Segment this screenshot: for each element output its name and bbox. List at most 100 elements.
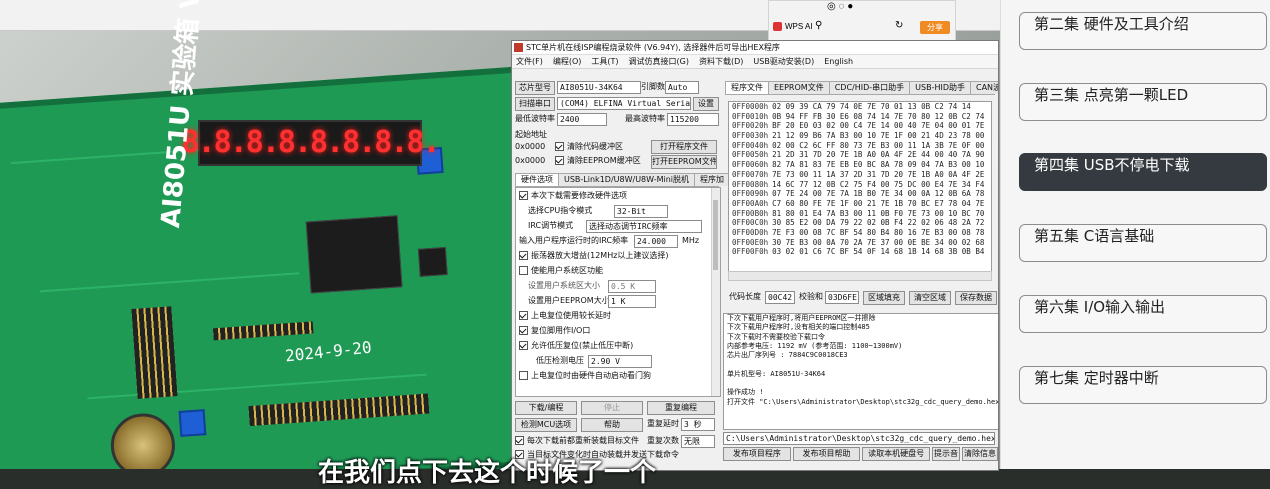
- save-data-button[interactable]: 保存数据: [955, 291, 997, 305]
- port-select[interactable]: (COM4) ELFINA Virtual Serial: [557, 97, 691, 110]
- hex-viewer[interactable]: 0FF0000h 02 09 39 CA 79 74 0E 7E 70 01 13…: [728, 101, 992, 273]
- clear-log-button[interactable]: 清除信息: [962, 447, 998, 461]
- help-button[interactable]: 帮助: [581, 418, 643, 432]
- publish-project-button[interactable]: 发布项目程序: [723, 447, 791, 461]
- checkbox-icon[interactable]: [519, 326, 528, 335]
- clear-area-button[interactable]: 清空区域: [909, 291, 951, 305]
- checkbox-icon[interactable]: [555, 156, 564, 165]
- option-auto-watchdog[interactable]: 上电复位时由硬件自动启动看门狗: [519, 370, 651, 382]
- irc-freq-input[interactable]: 24.000: [634, 235, 678, 248]
- tab-usb-hid-helper[interactable]: USB-HID助手: [909, 81, 971, 94]
- log-line: 打开文件 "C:\Users\Administrator\Desktop\stc…: [727, 397, 999, 406]
- open-program-file-button[interactable]: 打开程序文件: [651, 140, 717, 154]
- options-scrollbar[interactable]: [711, 188, 720, 396]
- option-user-system-area[interactable]: 使能用户系统区功能: [519, 265, 603, 277]
- stop-button[interactable]: 停止: [581, 401, 643, 415]
- check-mcu-options-button[interactable]: 检测MCU选项: [515, 418, 577, 432]
- pin-count-select[interactable]: Auto: [665, 81, 699, 94]
- menu-debug[interactable]: 调试仿真接口(G): [629, 55, 689, 68]
- isp-tool-window[interactable]: STC单片机在线ISP编程烧录软件 (V6.94Y), 选择器件后可导出HEX程…: [511, 40, 999, 471]
- option-label: 允许低压复位(禁止低压中断): [531, 341, 634, 350]
- option-long-reset-delay[interactable]: 上电复位使用较长延时: [519, 310, 611, 322]
- chip-type-label[interactable]: 芯片型号: [515, 81, 555, 95]
- tab-eeprom-file[interactable]: EEPROM文件: [768, 81, 830, 94]
- option-osc-gain[interactable]: 振荡器放大增益(12MHz以上建议选择): [519, 250, 669, 262]
- hex-row-bytes: 82 7A 81 83 7E EB E0 BC 8A 78 09 04 7A B…: [772, 160, 985, 170]
- eeprom-start-address[interactable]: 0x0000: [515, 155, 545, 167]
- log-line: 内部参考电压: 1192 mV (参考范围: 1100~1300mV): [727, 341, 903, 350]
- checkbox-icon[interactable]: [519, 371, 528, 380]
- tab-can-baud-calc[interactable]: CAN波特率计算器: [970, 81, 998, 94]
- user-area-size-select[interactable]: 0.5 K: [608, 280, 656, 293]
- tool-title-bar: STC单片机在线ISP编程烧录软件 (V6.94Y), 选择器件后可导出HEX程…: [512, 41, 998, 55]
- repeat-count-select[interactable]: 无限: [681, 435, 715, 448]
- option-irc-mode-label: IRC调节模式: [528, 221, 574, 230]
- clear-code-checkbox[interactable]: 清除代码缓冲区: [555, 141, 623, 153]
- episode-item-4[interactable]: 第四集 USB不停电下载: [1019, 153, 1267, 191]
- menu-file[interactable]: 文件(F): [516, 55, 543, 68]
- low-voltage-select[interactable]: 2.90 V: [588, 355, 652, 368]
- option-reset-pin-io[interactable]: 复位脚用作I/O口: [519, 325, 590, 337]
- checkbox-icon[interactable]: [519, 311, 528, 320]
- hex-horizontal-scrollbar[interactable]: [728, 271, 992, 281]
- hex-row: 0FF0000h 02 09 39 CA 79 74 0E 7E 70 01 13…: [729, 102, 991, 112]
- irc-mode-select[interactable]: 选择动态调节IRC频率: [586, 220, 702, 233]
- chip-type-select[interactable]: AI8051U-34K64: [557, 81, 641, 94]
- option-low-voltage-reset[interactable]: 允许低压复位(禁止低压中断): [519, 340, 633, 352]
- publish-help-button[interactable]: 发布项目帮助: [792, 447, 861, 461]
- option-irc-freq-label: 输入用户程序运行时的IRC频率: [519, 236, 629, 245]
- checkbox-icon[interactable]: [519, 266, 528, 275]
- hex-row-address: 0FF00B0h: [732, 208, 769, 218]
- menu-tools[interactable]: 工具(T): [591, 55, 618, 68]
- share-button[interactable]: 分享: [920, 21, 950, 34]
- reload-before-download-checkbox[interactable]: 每次下载前都重新装载目标文件: [515, 435, 639, 447]
- log-line: 下次下载用户程序时,没有相关的端口控制485: [727, 323, 870, 332]
- checkbox-icon[interactable]: [519, 251, 528, 260]
- menu-english[interactable]: English: [824, 55, 853, 68]
- hex-row-bytes: 07 7E 24 00 7E 7A 1B B0 7E 34 00 0A 12 0…: [772, 189, 985, 199]
- repeat-program-button[interactable]: 重复编程: [647, 401, 715, 415]
- scan-port-button[interactable]: 扫描串口: [515, 97, 555, 111]
- cpu-mode-select[interactable]: 32-Bit: [614, 205, 668, 218]
- episode-item-6[interactable]: 第六集 I/O输入输出: [1019, 295, 1267, 333]
- potentiometer: [178, 409, 207, 437]
- menu-program[interactable]: 编程(O): [553, 55, 582, 68]
- menu-usb-driver[interactable]: USB驱动安装(D): [753, 55, 814, 68]
- max-baud-select[interactable]: 115200: [667, 113, 719, 126]
- option-modify-hardware[interactable]: 本次下载需要修改硬件选项: [519, 190, 627, 202]
- code-start-address[interactable]: 0x0000: [515, 141, 545, 153]
- open-eeprom-file-button[interactable]: 打开EEPROM文件: [651, 155, 717, 169]
- option-label: 使能用户系统区功能: [531, 266, 603, 275]
- menu-downloads[interactable]: 资料下载(D): [699, 55, 743, 68]
- eeprom-size-select[interactable]: 1 K: [608, 295, 656, 308]
- settings-button[interactable]: 设置: [693, 97, 719, 111]
- tab-program-file[interactable]: 程序文件: [725, 81, 769, 94]
- wps-logo-icon: [773, 22, 782, 31]
- hex-row-address: 0FF0030h: [732, 131, 769, 141]
- fill-area-button[interactable]: 区域填充: [863, 291, 905, 305]
- checkbox-icon[interactable]: [519, 341, 528, 350]
- episode-item-3[interactable]: 第三集 点亮第一颗LED: [1019, 83, 1267, 121]
- download-program-button[interactable]: 下载/编程: [515, 401, 577, 415]
- tab-hardware-options[interactable]: 硬件选项: [515, 173, 559, 186]
- checkbox-icon[interactable]: [515, 436, 524, 445]
- episode-item-2[interactable]: 第二集 硬件及工具介绍: [1019, 12, 1267, 50]
- search-icon[interactable]: ⚲: [815, 20, 822, 31]
- tab-usb-link[interactable]: USB-Link1D/U8W/U8W-Mini脱机: [558, 173, 696, 186]
- episode-item-7[interactable]: 第七集 定时器中断: [1019, 366, 1267, 404]
- start-address-label: 起始地址: [515, 130, 547, 139]
- hex-row: 0FF00A0h C7 60 80 FE 7E 1F 00 21 7E 1B 70…: [729, 199, 991, 209]
- file-path-field[interactable]: C:\Users\Administrator\Desktop\stc32g_cd…: [723, 432, 995, 445]
- episode-item-5[interactable]: 第五集 C语言基础: [1019, 224, 1267, 262]
- clear-eeprom-checkbox[interactable]: 清除EEPROM缓冲区: [555, 155, 641, 167]
- checkbox-icon[interactable]: [555, 142, 564, 151]
- read-disk-id-button[interactable]: 读取本机硬盘号: [862, 447, 931, 461]
- log-output[interactable]: 下次下载用户程序时,将用户EEPROM区一并擦除 下次下载用户程序时,没有相关的…: [723, 313, 999, 430]
- tab-serial-helper[interactable]: CDC/HID-串口助手: [828, 81, 911, 94]
- wps-refresh-icon[interactable]: ↻: [895, 20, 903, 31]
- pcb-chip: [305, 215, 403, 294]
- checkbox-icon[interactable]: [519, 191, 528, 200]
- repeat-delay-select[interactable]: 3 秒: [681, 418, 715, 431]
- min-baud-select[interactable]: 2400: [557, 113, 607, 126]
- beep-button[interactable]: 提示音: [932, 447, 961, 461]
